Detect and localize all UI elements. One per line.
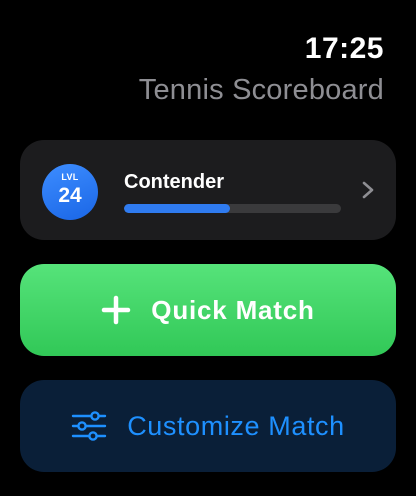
quick-match-label: Quick Match [151,294,315,325]
level-label: LVL [61,172,79,182]
plus-icon [102,295,131,325]
rank-name: Contender [124,171,224,193]
customize-match-button[interactable]: Customize Match [20,380,396,472]
status-time: 17:25 [304,32,384,65]
level-card[interactable]: LVL 24 Contender [20,140,396,240]
app-title: Tennis Scoreboard [138,74,384,106]
sliders-icon [72,411,107,441]
customize-match-label: Customize Match [127,410,345,441]
level-progress-bar [124,204,341,213]
quick-match-button[interactable]: Quick Match [20,264,396,356]
level-number: 24 [58,184,82,207]
level-badge: LVL 24 [42,164,98,220]
level-progress-fill [124,204,231,213]
chevron-right-icon [362,181,374,199]
